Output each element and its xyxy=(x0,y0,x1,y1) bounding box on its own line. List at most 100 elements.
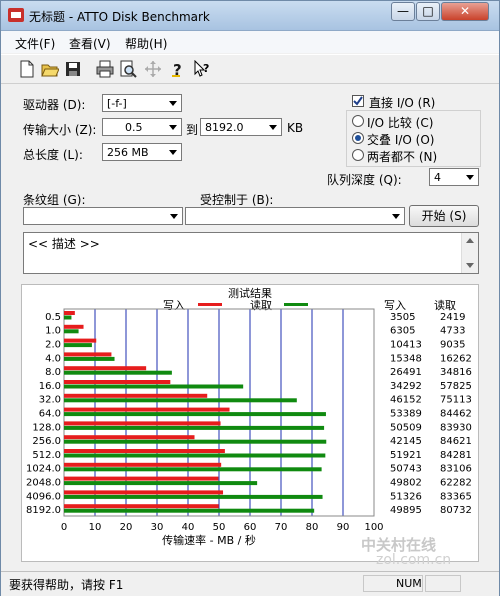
title-bar[interactable]: 无标题 - ATTO Disk Benchmark — □ ✕ xyxy=(1,1,499,31)
read-value-label: 9035 xyxy=(440,340,465,351)
drive-select[interactable]: [-f-] xyxy=(102,94,182,112)
y-tick-label: 512.0 xyxy=(32,450,61,461)
scroll-up-icon[interactable] xyxy=(466,237,474,243)
write-value-label: 51326 xyxy=(390,491,422,502)
write-column-header: 写入 xyxy=(384,299,406,312)
read-bar xyxy=(64,425,325,430)
start-button[interactable]: 开始 (S) xyxy=(409,205,479,227)
x-axis-label: 传输速率 - MB / 秒 xyxy=(162,533,256,547)
description-scrollbar[interactable] xyxy=(461,233,478,273)
menu-view[interactable]: 查看(V) xyxy=(69,35,111,52)
read-value-label: 83106 xyxy=(440,464,472,475)
overlapped-io-radio[interactable] xyxy=(352,132,364,144)
write-bar xyxy=(64,449,225,453)
legend-read-swatch xyxy=(284,303,308,306)
y-tick-label: 16.0 xyxy=(39,381,61,392)
results-panel: 测试结果 写入 读取 写入 读取 0 10 20 30 40 50 60 70 80 90 100 传输速率 -… xyxy=(21,284,479,562)
status-scrl-cell xyxy=(425,575,461,592)
chevron-down-icon xyxy=(166,208,182,224)
write-bar xyxy=(64,490,224,495)
write-bar xyxy=(64,421,221,426)
write-value-label: 3505 xyxy=(390,312,415,323)
close-button[interactable]: ✕ xyxy=(441,2,489,21)
stripe-group-select[interactable] xyxy=(23,207,183,225)
window-title: 无标题 - ATTO Disk Benchmark xyxy=(29,10,210,24)
write-value-label: 10413 xyxy=(390,340,422,351)
y-tick-label: 0.5 xyxy=(45,312,61,323)
x-tick-label: 50 xyxy=(213,522,226,533)
watermark-en: zol.com.cn xyxy=(376,552,452,568)
read-bar xyxy=(64,329,79,334)
y-tick-label: 128.0 xyxy=(32,422,61,433)
write-value-label: 6305 xyxy=(390,326,415,337)
print-preview-icon[interactable] xyxy=(119,60,137,78)
x-tick-label: 70 xyxy=(275,522,288,533)
read-bar xyxy=(64,481,258,486)
menu-file[interactable]: 文件(F) xyxy=(15,35,55,52)
y-tick-label: 1.0 xyxy=(45,326,61,337)
read-value-label: 2419 xyxy=(440,312,465,323)
direct-io-checkbox[interactable] xyxy=(352,95,364,107)
read-value-label: 83365 xyxy=(440,491,472,502)
length-select[interactable]: 256 MB xyxy=(102,143,182,161)
write-value-label: 53389 xyxy=(390,409,422,420)
print-icon[interactable] xyxy=(96,60,114,78)
x-tick-label: 20 xyxy=(120,522,133,533)
x-tick-label: 10 xyxy=(89,522,102,533)
read-value-label: 80732 xyxy=(440,505,472,516)
read-bar xyxy=(64,343,92,348)
save-icon[interactable] xyxy=(64,60,82,78)
description-textarea[interactable]: << 描述 >> xyxy=(23,232,479,274)
write-value-label: 50743 xyxy=(390,464,422,475)
write-bar xyxy=(64,407,230,412)
transfer-from-select[interactable]: 0.5 xyxy=(102,118,182,136)
chevron-down-icon xyxy=(265,119,281,135)
read-value-label: 62282 xyxy=(440,478,472,489)
write-bar xyxy=(64,462,222,467)
length-value: 256 MB xyxy=(107,146,149,159)
move-icon[interactable] xyxy=(144,60,162,78)
x-tick-label: 60 xyxy=(244,522,257,533)
controlled-by-select[interactable] xyxy=(185,207,405,225)
read-bar xyxy=(64,508,315,513)
read-column-header: 读取 xyxy=(434,298,456,312)
context-help-icon[interactable]: ? xyxy=(193,60,211,78)
results-chart: 测试结果写入 读取 写入 读取0 10 20 30 40 50 60 70 80 90 100传输速率 -… xyxy=(26,287,472,547)
queue-depth-select[interactable]: 4 xyxy=(429,168,479,186)
description-text: << 描述 >> xyxy=(28,237,100,251)
new-icon[interactable] xyxy=(18,60,36,78)
kb-label: KB xyxy=(287,121,304,135)
chevron-down-icon xyxy=(165,119,181,135)
read-value-label: 84462 xyxy=(440,409,472,420)
write-value-label: 49802 xyxy=(390,478,422,489)
write-bar xyxy=(64,311,75,315)
write-bar xyxy=(64,393,208,398)
menu-bar: 文件(F) 查看(V) 帮助(H) xyxy=(1,31,499,53)
checkmark-icon xyxy=(353,96,363,106)
chevron-down-icon xyxy=(388,208,404,224)
chevron-down-icon xyxy=(165,95,181,111)
chevron-down-icon xyxy=(462,169,478,185)
overlapped-io-label: 交叠 I/O (O) xyxy=(367,133,435,147)
write-bar xyxy=(64,366,147,371)
x-tick-label: 0 xyxy=(61,522,67,533)
io-compare-radio[interactable] xyxy=(352,115,364,127)
x-tick-label: 40 xyxy=(182,522,195,533)
open-icon[interactable] xyxy=(41,60,59,78)
scroll-down-icon[interactable] xyxy=(466,263,474,269)
help-icon[interactable]: ? xyxy=(169,60,187,78)
x-tick-label: 80 xyxy=(306,522,319,533)
read-bar xyxy=(64,398,297,403)
status-bar: 要获得帮助，请按 F1 NUM 中关村在线 zol.com.cn xyxy=(1,536,499,596)
write-value-label: 46152 xyxy=(390,395,422,406)
y-tick-label: 64.0 xyxy=(39,409,61,420)
transfer-to-select[interactable]: 8192.0 xyxy=(200,118,282,136)
menu-help[interactable]: 帮助(H) xyxy=(125,35,167,52)
neither-radio[interactable] xyxy=(352,149,364,161)
controlled-by-label: 受控制于 (B): xyxy=(200,193,274,207)
minimize-button[interactable]: — xyxy=(391,2,415,21)
y-tick-label: 2.0 xyxy=(45,340,61,351)
read-value-label: 4733 xyxy=(440,326,465,337)
queue-depth-value: 4 xyxy=(434,171,441,184)
maximize-button[interactable]: □ xyxy=(416,2,440,21)
